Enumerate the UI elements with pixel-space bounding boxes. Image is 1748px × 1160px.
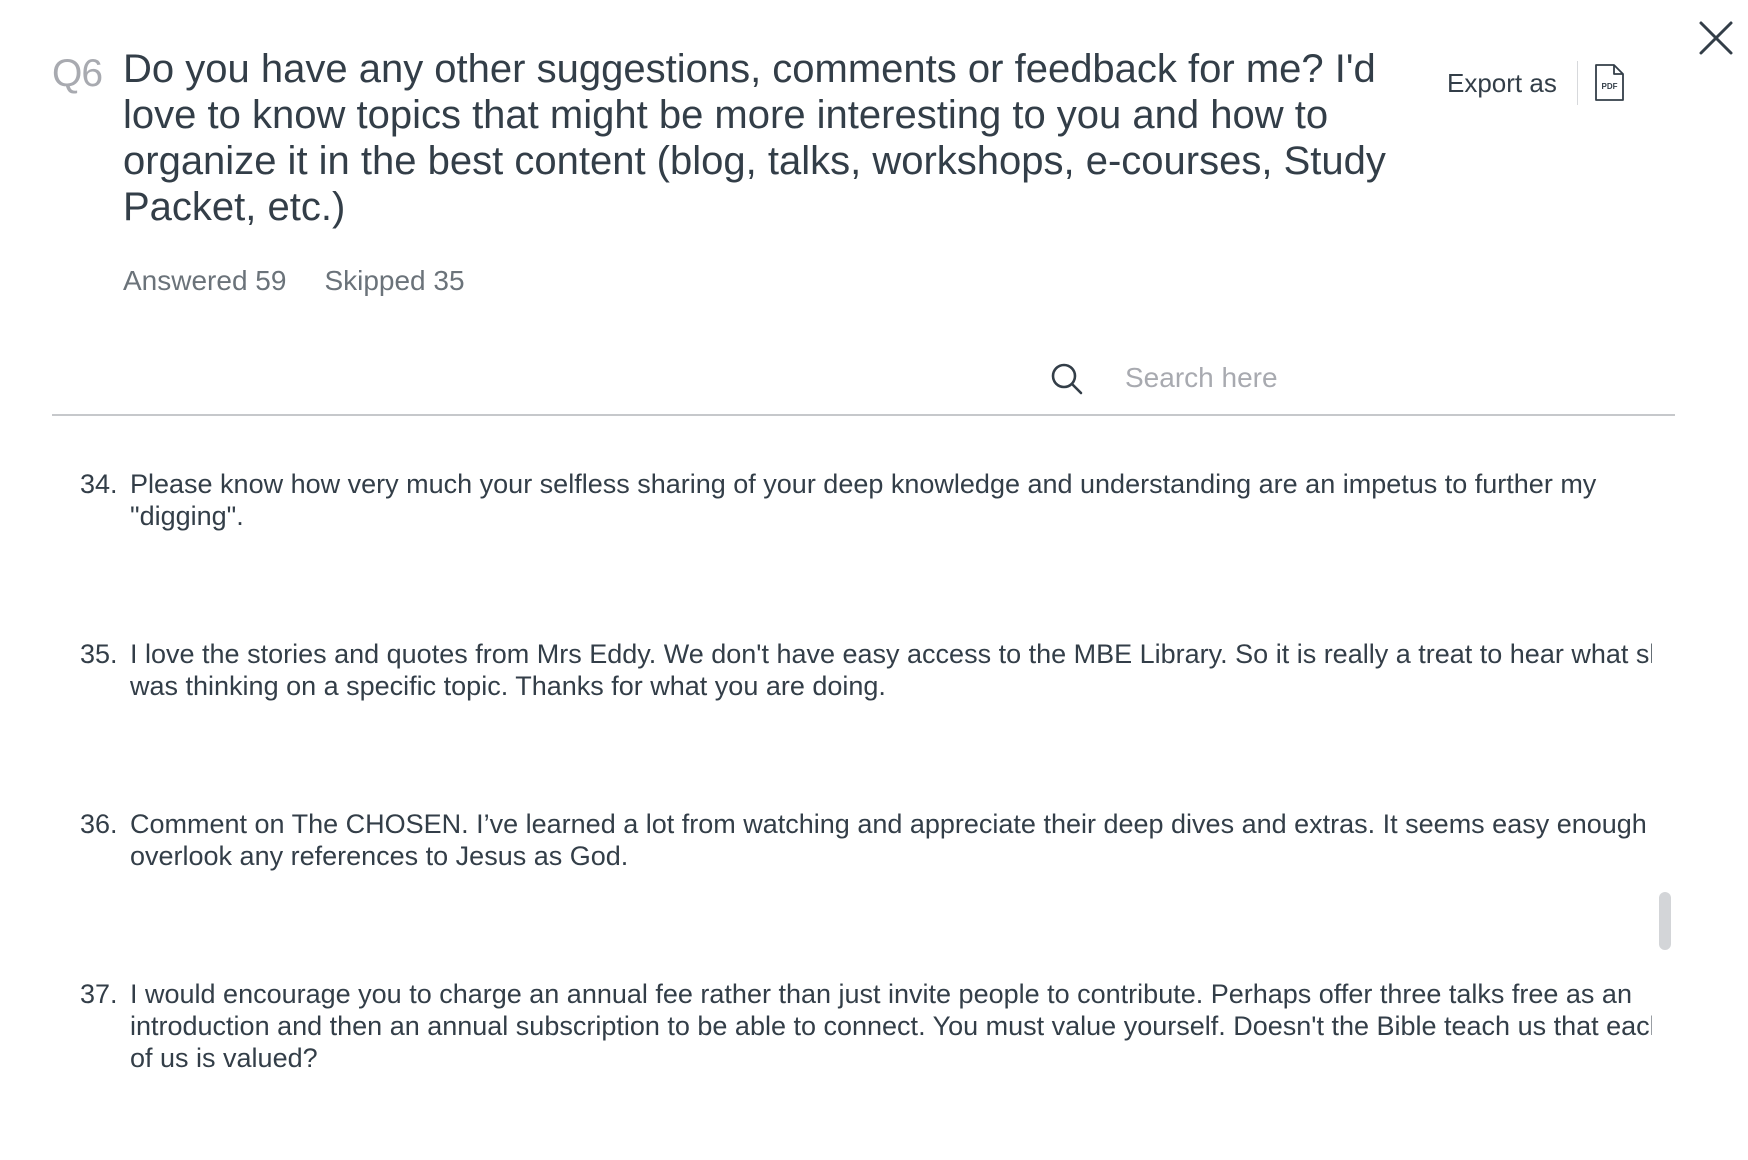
close-icon[interactable] [1698,20,1734,56]
search-input[interactable] [1125,354,1655,402]
svg-text:PDF: PDF [1601,82,1617,91]
question-number: Q6 [52,52,103,95]
response-text: I would encourage you to charge an annua… [130,979,1652,1073]
responses-list: 34. Please know how very much your selfl… [52,416,1652,1160]
export-divider [1576,61,1578,105]
answered-count: Answered 59 [123,265,287,296]
scrollbar-thumb[interactable] [1659,892,1671,950]
response-number: 37. [80,979,118,1009]
export-toolbar: Export as PDF [1447,60,1626,106]
response-text: Comment on The CHOSEN. I’ve learned a lo… [130,809,1652,871]
pdf-file-icon[interactable]: PDF [1592,64,1626,102]
response-number: 34. [80,469,118,499]
response-text: Please know how very much your selfless … [130,469,1597,531]
search-bar [52,340,1675,416]
skipped-count: Skipped 35 [324,265,465,296]
response-number: 35. [80,639,118,669]
response-text: I love the stories and quotes from Mrs E… [130,639,1652,701]
response-stats: Answered 59 Skipped 35 [123,265,465,297]
response-number: 36. [80,809,118,839]
export-label: Export as [1447,67,1557,98]
search-icon[interactable] [1050,362,1084,396]
question-title: Do you have any other suggestions, comme… [123,47,1386,229]
